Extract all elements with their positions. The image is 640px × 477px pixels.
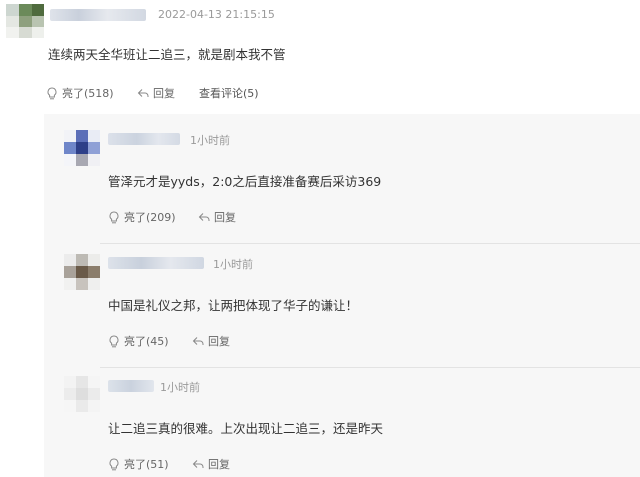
reply-arrow-icon <box>137 89 149 97</box>
reply-button[interactable]: 回复 <box>192 456 230 472</box>
lightbulb-icon <box>109 457 119 470</box>
reply-arrow-icon <box>192 337 204 345</box>
lightbulb-icon <box>109 334 119 347</box>
reply-timestamp: 1小时前 <box>190 134 230 147</box>
like-button[interactable]: 亮了(518) <box>46 85 114 101</box>
like-count: 亮了(51) <box>124 458 169 471</box>
reply-label: 回复 <box>208 458 230 471</box>
reply-arrow-icon <box>192 460 204 468</box>
lightbulb-icon <box>109 210 119 223</box>
comment-timestamp: 2022-04-13 21:15:15 <box>158 8 275 21</box>
view-replies-link[interactable]: 查看评论(5) <box>199 85 259 101</box>
username-blurred[interactable] <box>108 380 154 392</box>
reply-arrow-icon <box>198 213 210 221</box>
avatar[interactable] <box>6 4 44 38</box>
reply-button[interactable]: 回复 <box>198 209 236 225</box>
divider <box>100 243 640 244</box>
like-count: 亮了(518) <box>62 87 114 100</box>
reply-timestamp: 1小时前 <box>213 258 253 271</box>
username-blurred[interactable] <box>108 257 204 269</box>
divider <box>100 367 640 368</box>
avatar[interactable] <box>64 254 100 290</box>
reply-label: 回复 <box>153 87 175 100</box>
username-blurred[interactable] <box>50 9 146 21</box>
reply-text: 中国是礼仪之邦，让两把体现了华子的谦让！ <box>108 298 359 313</box>
reply-button[interactable]: 回复 <box>137 85 175 101</box>
username-blurred[interactable] <box>108 133 180 145</box>
like-count: 亮了(45) <box>124 335 169 348</box>
avatar[interactable] <box>64 376 100 412</box>
like-button[interactable]: 亮了(51) <box>108 456 169 472</box>
reply-label: 回复 <box>214 211 236 224</box>
reply-button[interactable]: 回复 <box>192 333 230 349</box>
reply-text: 管泽元才是yyds，2:0之后直接准备赛后采访369 <box>108 174 382 189</box>
avatar[interactable] <box>64 130 100 166</box>
like-button[interactable]: 亮了(45) <box>108 333 169 349</box>
reply-timestamp: 1小时前 <box>160 381 200 394</box>
reply-text: 让二追三真的很难。上次出现让二追三，还是昨天 <box>108 421 384 436</box>
lightbulb-icon <box>47 86 57 99</box>
like-button[interactable]: 亮了(209) <box>108 209 176 225</box>
reply-label: 回复 <box>208 335 230 348</box>
comment-text: 连续两天全华班让二追三，就是剧本我不管 <box>48 47 286 62</box>
like-count: 亮了(209) <box>124 211 176 224</box>
view-replies-label: 查看评论(5) <box>199 87 259 100</box>
